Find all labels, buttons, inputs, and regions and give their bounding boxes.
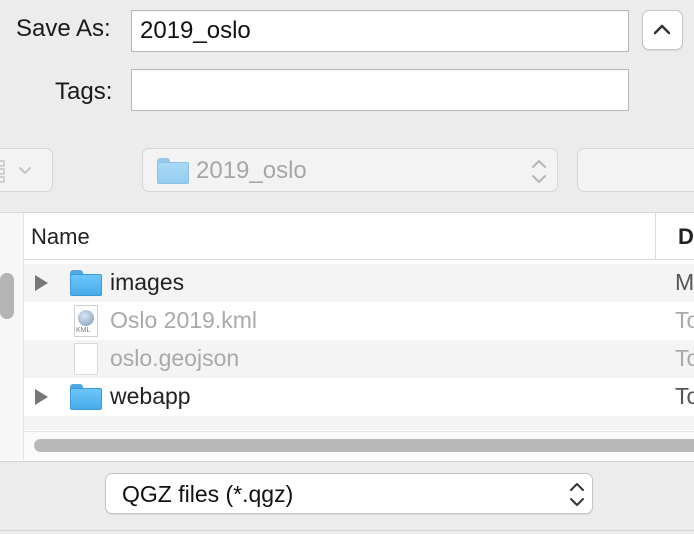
- file-format-popup[interactable]: QGZ files (*.qgz): [105, 473, 593, 514]
- collapse-button[interactable]: [642, 10, 683, 50]
- list-item[interactable]: webapp To: [24, 378, 694, 416]
- vertical-scrollbar[interactable]: [0, 213, 24, 460]
- list-item[interactable]: KML Oslo 2019.kml To: [24, 302, 694, 340]
- empty-row: [24, 416, 694, 430]
- location-popup[interactable]: 2019_oslo: [142, 148, 558, 192]
- horizontal-scroll-thumb[interactable]: [34, 439, 694, 452]
- kml-badge: KML: [76, 327, 91, 334]
- file-name: oslo.geojson: [110, 345, 240, 371]
- tags-field[interactable]: [131, 69, 629, 111]
- tags-label: Tags:: [55, 78, 113, 105]
- file-name: images: [110, 269, 185, 295]
- chevron-up-icon: [653, 24, 671, 35]
- file-date: To: [675, 307, 694, 333]
- file-name: webapp: [110, 383, 191, 409]
- file-date: To: [675, 383, 694, 409]
- disclosure-triangle-icon[interactable]: [35, 389, 48, 405]
- bottom-divider: [0, 530, 694, 531]
- up-down-arrows-icon: [532, 160, 546, 183]
- column-header-date[interactable]: D: [678, 224, 694, 250]
- list-item[interactable]: images M: [24, 264, 694, 302]
- column-header-name[interactable]: Name: [31, 224, 90, 250]
- column-divider[interactable]: [655, 213, 656, 259]
- file-date: To: [675, 345, 694, 371]
- view-mode-button[interactable]: [0, 148, 53, 192]
- location-label: 2019_oslo: [196, 157, 307, 184]
- view-mode-icon: [0, 160, 31, 183]
- disclosure-triangle-icon[interactable]: [35, 275, 48, 291]
- list-item[interactable]: oslo.geojson To: [24, 340, 694, 378]
- file-date: M: [675, 269, 694, 295]
- up-down-arrows-icon: [570, 483, 584, 506]
- file-name: Oslo 2019.kml: [110, 307, 258, 333]
- vertical-scroll-thumb[interactable]: [0, 273, 14, 319]
- save-as-field[interactable]: 2019_oslo: [131, 10, 629, 52]
- save-as-label: Save As:: [16, 15, 111, 42]
- kml-file-icon: KML: [74, 305, 98, 337]
- document-icon: [74, 343, 98, 375]
- column-header-bar: Name D: [24, 213, 694, 260]
- horizontal-scrollbar[interactable]: [24, 431, 694, 461]
- file-format-label: QGZ files (*.qgz): [122, 481, 294, 507]
- search-field[interactable]: [577, 148, 694, 192]
